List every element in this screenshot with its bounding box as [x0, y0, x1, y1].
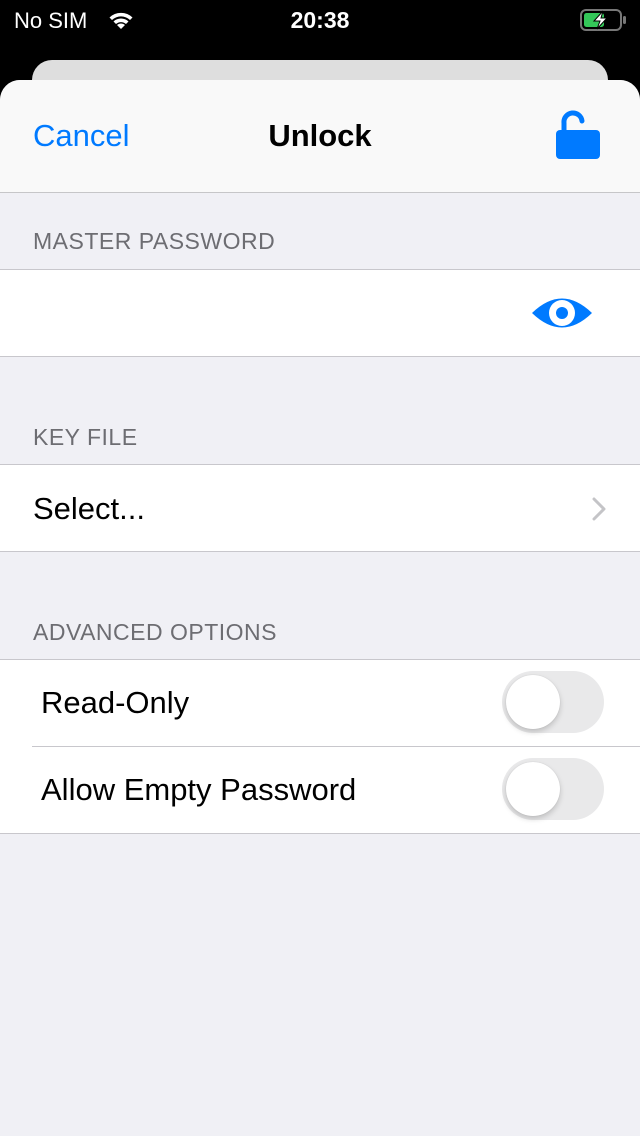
eye-icon[interactable] — [531, 294, 593, 337]
chevron-right-icon — [592, 497, 606, 526]
key-file-select-row[interactable]: Select... — [0, 465, 640, 551]
cancel-button[interactable]: Cancel — [33, 118, 130, 154]
status-bar: No SIM 20:38 — [0, 0, 640, 40]
master-password-row — [0, 270, 640, 356]
key-file-header: KEY FILE — [33, 424, 138, 450]
key-file-group: Select... — [0, 464, 640, 552]
master-password-group — [0, 269, 640, 357]
toggle-knob — [506, 762, 560, 816]
unlock-sheet: Cancel Unlock MASTER PASSWORD KEY FILE S… — [0, 80, 640, 1136]
navigation-bar: Cancel Unlock — [0, 80, 640, 193]
read-only-row: Read-Only — [0, 660, 640, 746]
battery-icon — [580, 8, 628, 37]
toggle-knob — [506, 675, 560, 729]
master-password-header: MASTER PASSWORD — [33, 228, 276, 254]
key-file-select-label: Select... — [33, 491, 145, 526]
advanced-options-header: ADVANCED OPTIONS — [33, 619, 277, 645]
advanced-options-group: Read-Only Allow Empty Password — [0, 659, 640, 834]
allow-empty-password-label: Allow Empty Password — [41, 772, 357, 807]
clock: 20:38 — [290, 7, 350, 33]
read-only-label: Read-Only — [41, 685, 190, 720]
allow-empty-password-toggle[interactable] — [502, 758, 604, 820]
lock-open-icon[interactable] — [554, 110, 602, 165]
master-password-input[interactable] — [33, 290, 497, 338]
allow-empty-password-row: Allow Empty Password — [32, 746, 640, 833]
read-only-toggle[interactable] — [502, 671, 604, 733]
